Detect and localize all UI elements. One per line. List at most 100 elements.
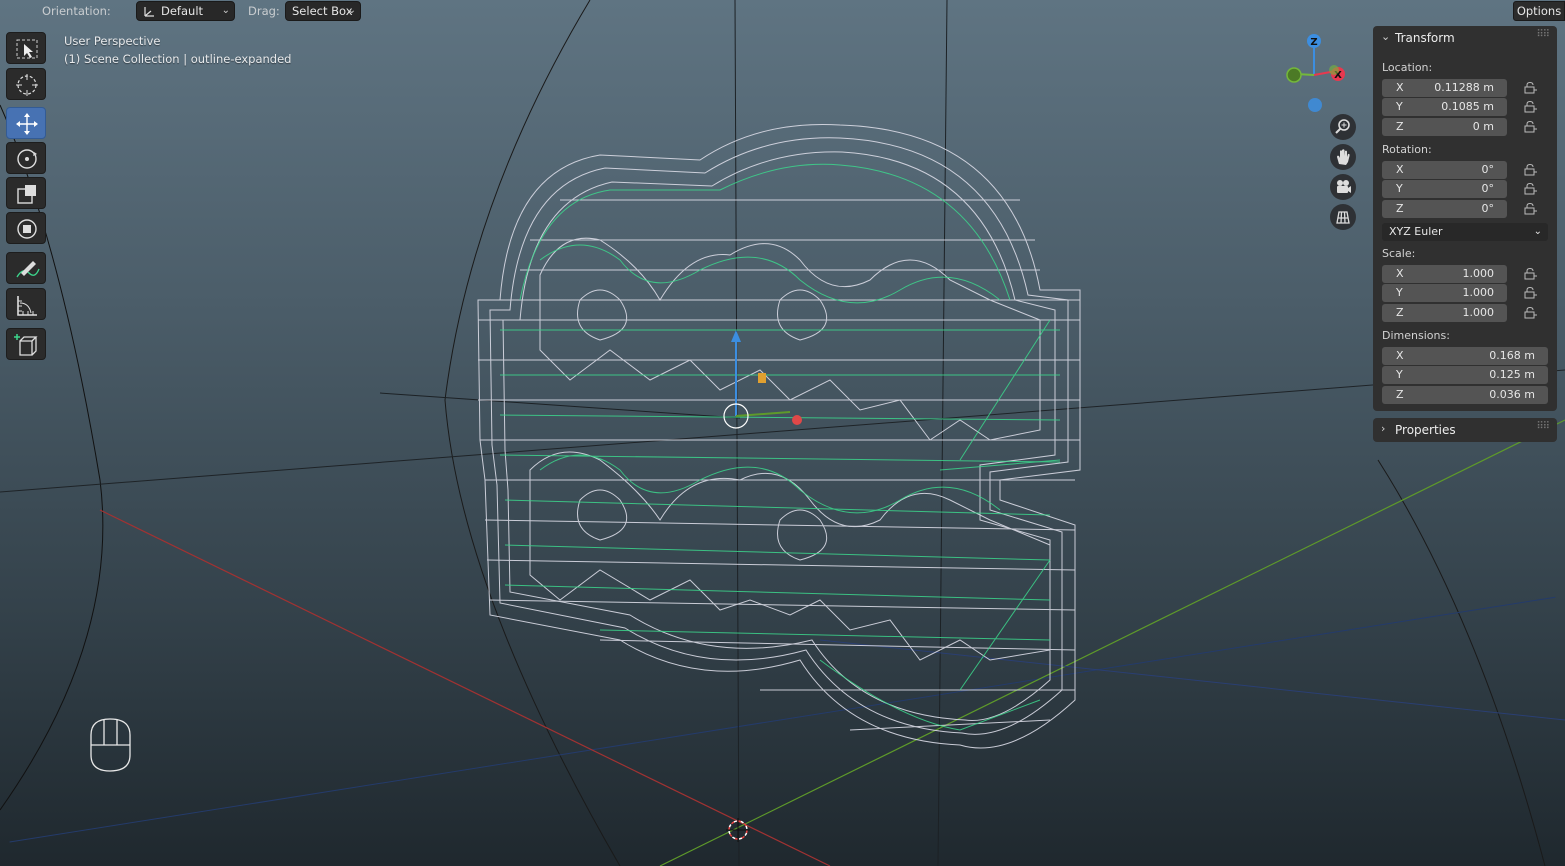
gizmo-neg-y-axis[interactable] <box>1286 67 1302 83</box>
drag-value: Select Box <box>292 4 353 18</box>
camera-frustum-center <box>444 0 621 866</box>
orientation-label: Orientation: <box>42 4 111 18</box>
axis-label: Y <box>1396 286 1403 299</box>
grid-line <box>0 369 1565 493</box>
axis-label: X <box>1396 349 1404 362</box>
location-z-field[interactable]: Z 0 m <box>1382 118 1507 136</box>
collection-info: (1) Scene Collection | outline-expanded <box>64 52 292 66</box>
dimensions-x-field[interactable]: X 0.168 m <box>1382 347 1548 365</box>
viewport-info: User Perspective (1) Scene Collection | … <box>64 32 291 68</box>
axis-label: Z <box>1396 120 1404 133</box>
lock-icon[interactable] <box>1524 101 1538 113</box>
lock-icon[interactable] <box>1524 183 1538 195</box>
camera-view-button[interactable] <box>1330 174 1356 200</box>
transform-icon <box>17 219 37 239</box>
cursor-tool[interactable] <box>6 68 46 100</box>
drag-label: Drag: <box>248 4 280 18</box>
rotation-label: Rotation: <box>1382 143 1432 156</box>
dimensions-label: Dimensions: <box>1382 329 1450 342</box>
select-box-icon <box>16 39 38 59</box>
lock-icon[interactable] <box>1524 121 1538 133</box>
drag-grip-icon[interactable]: ⠿⠿ <box>1536 421 1550 432</box>
mouse-status-icon <box>90 718 131 772</box>
scale-tool[interactable] <box>6 177 46 209</box>
rotation-mode-dropdown[interactable]: XYZ Euler ⌄ <box>1382 223 1548 241</box>
ruler-icon <box>17 296 37 316</box>
annotate-tool[interactable] <box>6 252 46 284</box>
rotation-z-value: 0° <box>1481 202 1495 215</box>
gizmo-y-axis[interactable] <box>1329 65 1339 75</box>
scale-x-field[interactable]: X 1.000 <box>1382 265 1507 283</box>
axis-label: X <box>1396 163 1404 176</box>
rotation-mode-value: XYZ Euler <box>1389 225 1443 238</box>
cursor-icon <box>16 74 38 96</box>
dimensions-y-value: 0.125 m <box>1489 368 1535 381</box>
lock-icon[interactable] <box>1524 82 1538 94</box>
drag-dropdown[interactable]: Select Box ⌄ <box>285 1 361 21</box>
scale-x-value: 1.000 <box>1462 267 1495 280</box>
rotate-icon <box>17 149 37 169</box>
axis-label: X <box>1396 267 1404 280</box>
axis-label: Z <box>1396 202 1404 215</box>
orientation-dropdown[interactable]: Default ⌄ <box>136 1 235 21</box>
axis-label: X <box>1396 81 1404 94</box>
rotation-z-field[interactable]: Z 0° <box>1382 200 1507 218</box>
rotation-y-field[interactable]: Y 0° <box>1382 180 1507 198</box>
location-z-value: 0 m <box>1472 120 1494 133</box>
grid-ortho-icon <box>1336 211 1350 224</box>
location-y-value: 0.1085 m <box>1441 100 1494 113</box>
view-name: User Perspective <box>64 34 161 48</box>
orientation-value: Default <box>161 4 204 18</box>
transform-tool[interactable] <box>6 212 46 244</box>
zoom-button[interactable] <box>1330 114 1356 140</box>
3d-cursor[interactable] <box>726 818 750 842</box>
move-tool[interactable] <box>6 107 46 139</box>
dimensions-z-field[interactable]: Z 0.036 m <box>1382 386 1548 404</box>
navigation-gizmo[interactable]: Z X <box>1280 30 1352 120</box>
dimensions-x-value: 0.168 m <box>1489 349 1535 362</box>
wireframe-mesh[interactable] <box>477 123 1081 749</box>
camera-frustum-left <box>0 104 104 811</box>
axis-label: Y <box>1396 368 1403 381</box>
3d-viewport[interactable]: Orientation: Default ⌄ Drag: Select Box … <box>0 0 1565 866</box>
x-axis-line <box>99 509 831 866</box>
location-x-field[interactable]: X 0.11288 m <box>1382 79 1507 97</box>
lock-icon[interactable] <box>1524 203 1538 215</box>
scale-y-field[interactable]: Y 1.000 <box>1382 284 1507 302</box>
scale-icon <box>17 185 36 204</box>
rotation-x-value: 0° <box>1481 163 1495 176</box>
chevron-down-icon: ⌄ <box>221 5 230 16</box>
grid-line-vertical <box>734 0 740 866</box>
options-button[interactable]: Options <box>1513 1 1565 21</box>
chevron-down-icon: ⌄ <box>1533 226 1542 237</box>
transform-title: Transform <box>1395 31 1455 45</box>
ortho-toggle-button[interactable] <box>1330 204 1356 230</box>
zoom-icon <box>1335 119 1350 134</box>
transform-panel-header[interactable]: ⌄ Transform ⠿⠿ <box>1373 26 1557 50</box>
grid-line-blue <box>819 639 1565 721</box>
scale-z-field[interactable]: Z 1.000 <box>1382 304 1507 322</box>
lock-icon[interactable] <box>1524 164 1538 176</box>
pan-button[interactable] <box>1330 144 1356 170</box>
select-box-tool[interactable] <box>6 32 46 64</box>
lock-icon[interactable] <box>1524 268 1538 280</box>
transform-panel: ⌄ Transform ⠿⠿ Location: X 0.11288 m Y 0.1… <box>1373 26 1557 411</box>
gizmo-neg-z-axis[interactable] <box>1308 98 1322 112</box>
y-axis-line <box>659 419 1565 866</box>
properties-panel-header[interactable]: › Properties ⠿⠿ <box>1373 418 1557 442</box>
move-gizmo[interactable] <box>723 330 802 429</box>
dimensions-y-field[interactable]: Y 0.125 m <box>1382 366 1548 384</box>
rotation-x-field[interactable]: X 0° <box>1382 161 1507 179</box>
drag-grip-icon[interactable]: ⠿⠿ <box>1536 29 1550 40</box>
camera-frustum-right <box>1377 459 1546 866</box>
axis-label: Z <box>1396 388 1404 401</box>
location-y-field[interactable]: Y 0.1085 m <box>1382 98 1507 116</box>
dimensions-z-value: 0.036 m <box>1489 388 1535 401</box>
lock-icon[interactable] <box>1524 307 1538 319</box>
chevron-right-icon: › <box>1381 422 1386 435</box>
lock-icon[interactable] <box>1524 287 1538 299</box>
properties-panel[interactable]: › Properties ⠿⠿ <box>1373 418 1557 442</box>
rotate-tool[interactable] <box>6 142 46 174</box>
measure-tool[interactable] <box>6 288 46 320</box>
add-cube-tool[interactable] <box>6 328 46 360</box>
